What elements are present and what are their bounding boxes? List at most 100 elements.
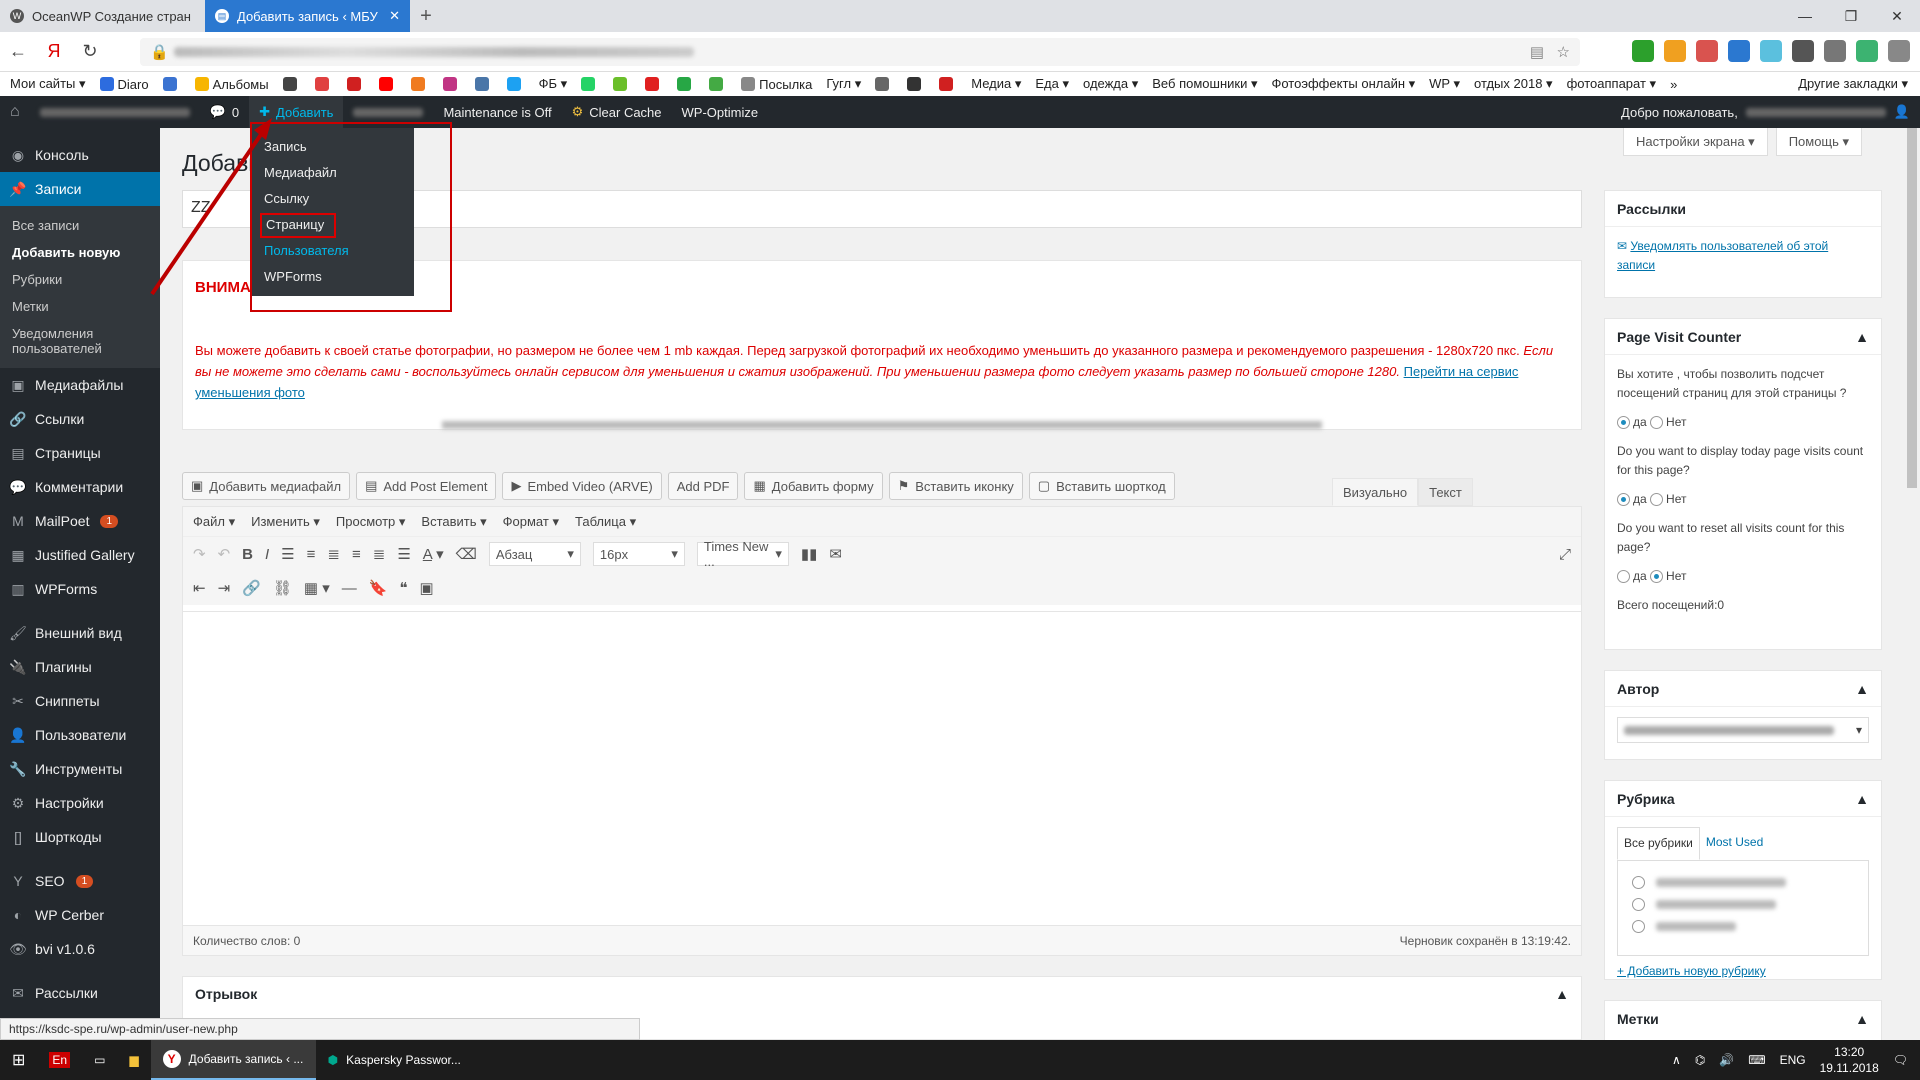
minimize-button[interactable]: — — [1782, 0, 1828, 32]
numbered-list-icon[interactable]: ≡ — [307, 546, 316, 563]
rubric-checkbox[interactable] — [1632, 875, 1645, 889]
table-icon[interactable]: ▦ ▾ — [304, 579, 330, 597]
fullscreen-icon[interactable]: ⤢ — [1559, 546, 1571, 563]
extension-icon[interactable] — [1696, 40, 1718, 62]
radio-yes[interactable] — [1617, 570, 1630, 584]
browser-tab-active[interactable]: ▤ Добавить запись ‹ МБУ ✕ — [205, 0, 410, 32]
bookmark-item[interactable] — [506, 77, 525, 91]
reload-icon[interactable]: ↻ — [72, 41, 108, 62]
radio-no[interactable] — [1650, 570, 1664, 584]
home-icon[interactable]: ⌂ — [0, 96, 30, 128]
close-window-button[interactable]: ✕ — [1874, 0, 1920, 32]
extension-icon[interactable] — [1824, 40, 1846, 62]
bookmark-item[interactable] — [709, 77, 727, 91]
media-button[interactable]: ▣ Добавить медиафайл — [182, 472, 351, 500]
bookmark-item[interactable] — [907, 77, 925, 91]
add-menu-item[interactable]: Запись — [252, 134, 414, 160]
radio-no[interactable] — [1650, 416, 1664, 430]
sidebar-item[interactable]: [] Шорткоды — [0, 820, 160, 854]
pvc-header[interactable]: Page Visit Counter ▲ — [1605, 319, 1881, 355]
sidebar-item[interactable]: 💬 Комментарии — [0, 470, 160, 504]
bookmark-item[interactable]: Медиа ▾ — [971, 76, 1021, 92]
wp-optimize-menu[interactable]: WP-Optimize — [672, 96, 769, 128]
add-menu-item[interactable]: Ссылку — [252, 186, 414, 212]
bookmark-item[interactable] — [613, 77, 631, 91]
excerpt-header[interactable]: Отрывок ▲ — [183, 977, 1581, 1011]
horizontal-line-icon[interactable]: — — [342, 580, 357, 597]
code-icon[interactable]: ▣ — [420, 579, 434, 597]
sidebar-item[interactable]: ✂ Сниппеты — [0, 684, 160, 718]
tray-up-arrow-icon[interactable]: ∧ — [1672, 1053, 1681, 1067]
extension-icon[interactable] — [1856, 40, 1878, 62]
sidebar-subitem[interactable]: Рубрики — [0, 266, 160, 293]
sidebar-item[interactable]: 🔌 Плагины — [0, 650, 160, 684]
align-justify-icon[interactable]: ☰ — [397, 545, 410, 563]
outdent-icon[interactable]: ⇤ — [193, 579, 206, 597]
tab-visual[interactable]: Визуально — [1332, 478, 1419, 506]
chart-icon[interactable]: ▮▮ — [801, 545, 818, 563]
editor-menu-item[interactable]: Изменить ▾ — [251, 514, 320, 530]
sidebar-subitem[interactable]: Уведомления пользователей — [0, 320, 160, 362]
size-select[interactable]: 16px ▾ — [592, 542, 685, 566]
rubric-checkbox[interactable] — [1632, 897, 1645, 911]
sidebar-item[interactable]: 👁 bvi v1.0.6 — [0, 932, 160, 966]
sidebar-item[interactable]: ▣ Медиафайлы — [0, 368, 160, 402]
site-name-blurred[interactable] — [30, 96, 200, 128]
collapse-arrow-icon[interactable]: ▲ — [1855, 329, 1869, 345]
bookmark-item[interactable]: ФБ ▾ — [539, 76, 568, 92]
sidebar-item[interactable]: ▦ Justified Gallery — [0, 538, 160, 572]
sidebar-item[interactable]: ▥ WPForms — [0, 572, 160, 606]
add-new-menu[interactable]: ✚ Добавить — [249, 96, 344, 128]
sidebar-item[interactable]: 👤 Пользователи — [0, 718, 160, 752]
yandex-icon[interactable]: Я — [36, 41, 72, 62]
lang-indicator[interactable]: En — [37, 1040, 82, 1080]
redo-icon[interactable]: ↷ — [193, 545, 206, 563]
new-tab-button[interactable]: + — [410, 0, 442, 32]
editor-menu-item[interactable]: Файл ▾ — [193, 514, 235, 530]
sidebar-item[interactable]: ✉ Рассылки — [0, 976, 160, 1010]
extension-icon[interactable] — [1632, 40, 1654, 62]
bookmark-item[interactable] — [442, 77, 461, 91]
bookmark-item[interactable] — [314, 77, 333, 91]
bookmark-item[interactable]: отдых 2018 ▾ — [1474, 76, 1553, 92]
collapse-arrow-icon[interactable]: ▲ — [1855, 1011, 1869, 1027]
tags-header[interactable]: Метки ▲ — [1605, 1001, 1881, 1037]
sidebar-item[interactable]: 🔧 Инструменты — [0, 752, 160, 786]
bookmark-item[interactable] — [410, 77, 429, 91]
add-menu-item[interactable]: Страницу — [252, 212, 414, 238]
bookmark-item[interactable]: Diaro — [99, 77, 149, 92]
editor-menu-item[interactable]: Формат ▾ — [503, 514, 559, 530]
extension-icon[interactable] — [1888, 40, 1910, 62]
bookmark-item[interactable] — [645, 77, 663, 91]
sidebar-item[interactable]: 🔗 Ссылки — [0, 402, 160, 436]
bookmark-item[interactable] — [581, 77, 599, 91]
bookmark-item[interactable] — [474, 77, 493, 91]
collapse-arrow-icon[interactable]: ▲ — [1555, 986, 1569, 1002]
bullet-list-icon[interactable]: ☰ — [281, 545, 294, 563]
bookmark-item[interactable] — [939, 77, 957, 91]
blurred-menu[interactable] — [343, 96, 433, 128]
tab-most-used[interactable]: Most Used — [1700, 827, 1769, 860]
reader-icon[interactable]: ▤ — [1530, 43, 1544, 61]
collapse-arrow-icon[interactable]: ▲ — [1855, 791, 1869, 807]
radio-yes[interactable] — [1617, 416, 1630, 430]
rubric-header[interactable]: Рубрика ▲ — [1605, 781, 1881, 817]
bookmark-item[interactable] — [378, 77, 397, 91]
sidebar-subitem[interactable]: Все записи — [0, 212, 160, 239]
add-rubric-link[interactable]: + Добавить новую рубрику — [1617, 962, 1869, 981]
media-button[interactable]: Add PDF — [667, 472, 739, 500]
clock[interactable]: 13:20 19.11.2018 — [1820, 1044, 1879, 1076]
mail-icon[interactable]: ✉ — [829, 545, 842, 563]
bookmark-item[interactable]: Фотоэффекты онлайн ▾ — [1271, 76, 1415, 92]
clear-cache-button[interactable]: ⚙ Clear Cache — [562, 96, 672, 128]
indent-icon[interactable]: ⇥ — [218, 579, 231, 597]
help-button[interactable]: Помощь ▾ — [1775, 128, 1863, 156]
account-menu[interactable]: Добро пожаловать, 👤 — [1621, 96, 1910, 128]
other-bookmarks[interactable]: Другие закладки ▾ — [1798, 76, 1908, 92]
tray-volume-icon[interactable]: 🔊 — [1719, 1053, 1734, 1067]
start-button[interactable]: ⊞ — [0, 1040, 37, 1080]
rubric-checkbox[interactable] — [1632, 919, 1645, 933]
bookmark-icon[interactable]: 🔖 — [369, 579, 388, 597]
bookmark-item[interactable]: Альбомы — [194, 77, 269, 92]
bookmark-item[interactable]: Гугл ▾ — [826, 76, 861, 92]
